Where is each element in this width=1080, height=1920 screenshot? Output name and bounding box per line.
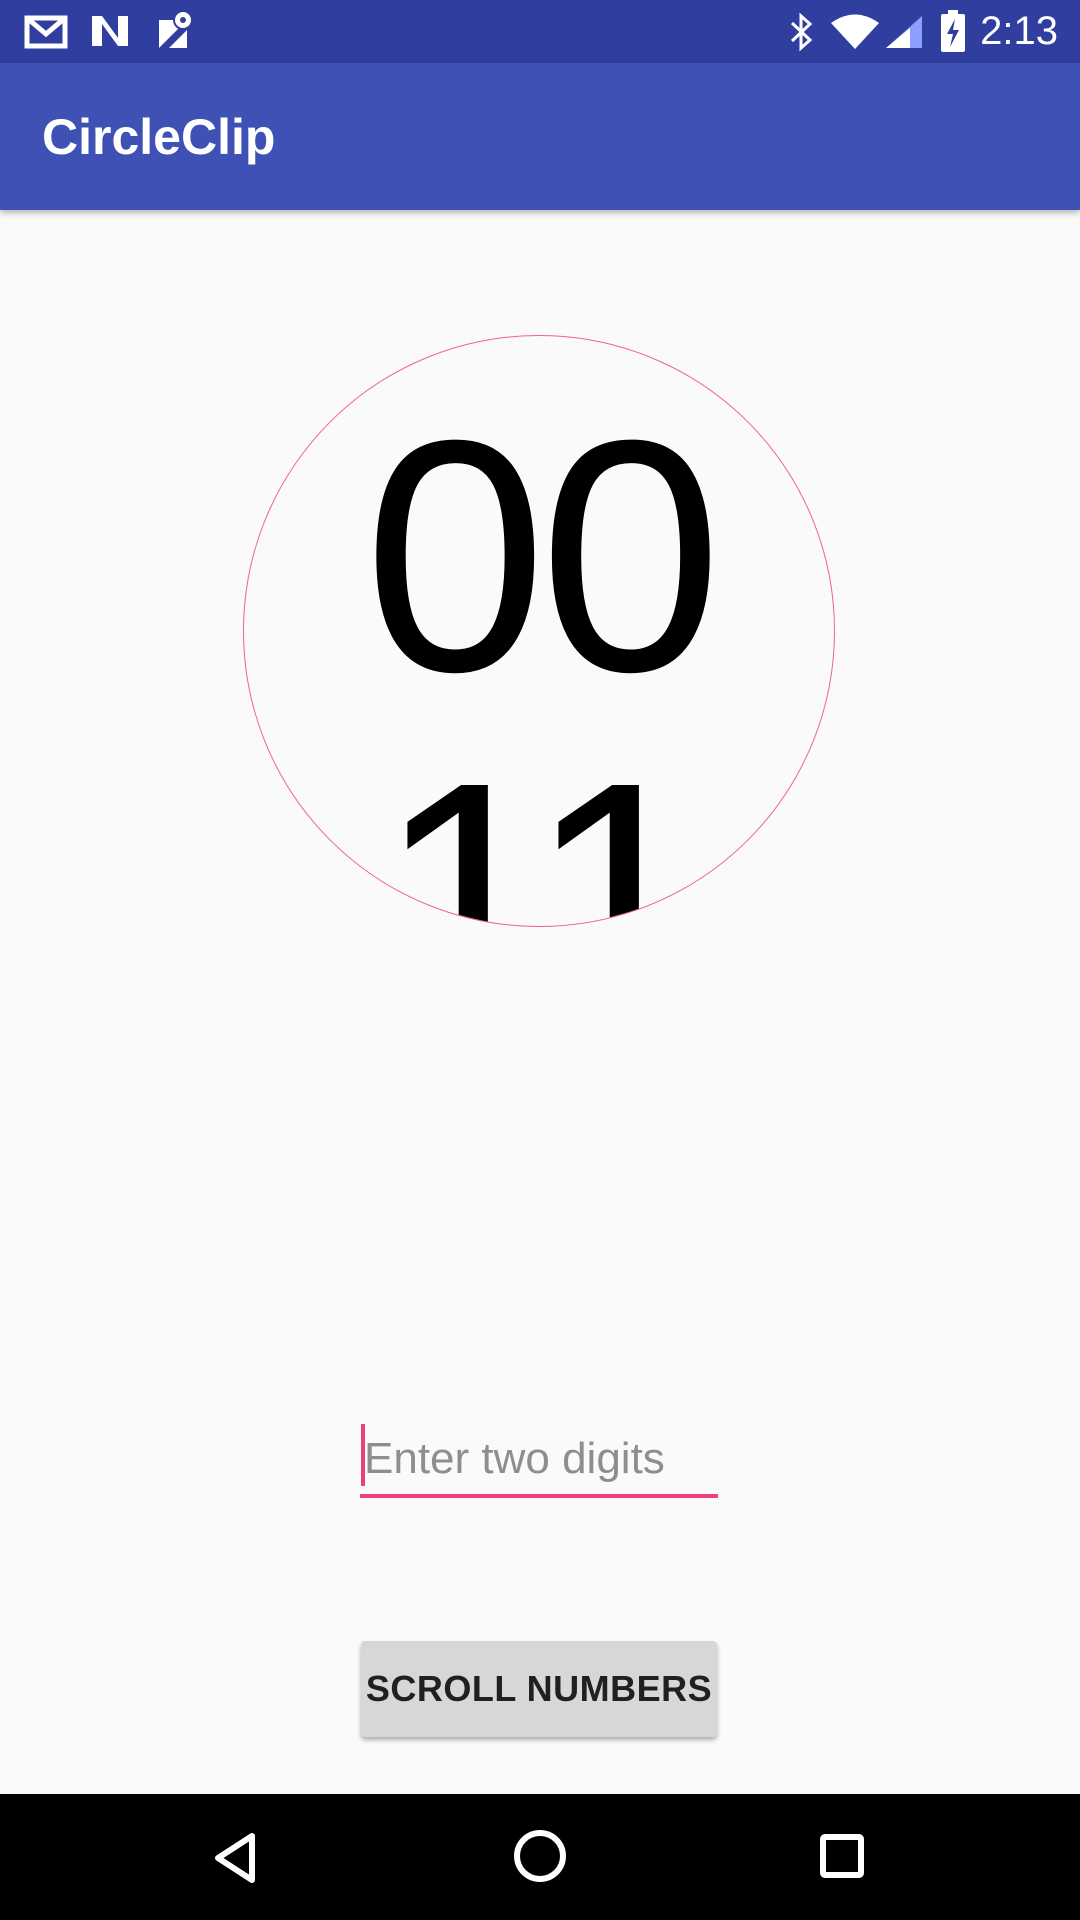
status-bar: 2:13 [0,0,1080,63]
bottom-number: 11 [375,713,711,927]
wifi-icon [831,14,879,49]
back-icon[interactable] [206,1826,270,1890]
two-digits-input[interactable]: Enter two digits [360,1420,718,1498]
recents-icon[interactable] [810,1824,874,1888]
navigation-bar [0,1794,1080,1920]
top-number: 00 [363,371,722,740]
notification-n-icon [92,16,128,46]
cellular-signal-icon [886,16,922,48]
app-title: CircleClip [42,109,276,165]
gmail-icon [24,15,68,49]
scroll-numbers-button[interactable]: SCROLL NUMBERS [361,1641,717,1737]
circle-clip-view: 00 11 [243,335,835,927]
battery-charging-icon [941,10,965,52]
home-icon[interactable] [508,1824,572,1888]
bluetooth-icon [790,12,813,52]
two-digits-placeholder: Enter two digits [364,1434,665,1483]
app-bar: CircleClip [0,63,1080,210]
maps-icon [159,10,193,48]
status-time: 2:13 [980,9,1058,53]
